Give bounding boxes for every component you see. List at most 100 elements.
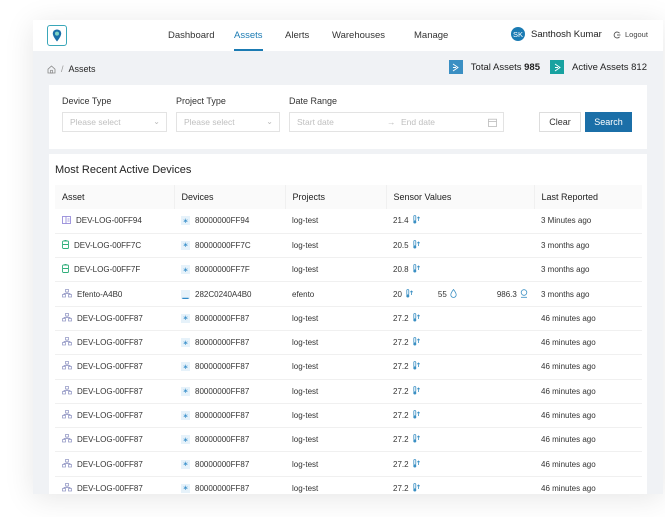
total-assets-stat: Total Assets 985 xyxy=(448,60,540,74)
table-row[interactable]: DEV-LOG-00FF87 ∗ 80000000FF87 log-test 27.2 4… xyxy=(55,354,642,380)
top-navbar: Dashboard Assets Alerts Warehouses Manag… xyxy=(33,20,663,51)
sensor-reading: 27.2 xyxy=(393,386,409,396)
sensor-values-cell: 27.2 xyxy=(386,476,534,494)
sensor-reading: 27.2 xyxy=(393,459,409,469)
last-reported-cell: 3 months ago xyxy=(534,257,642,283)
active-assets-label: Active Assets xyxy=(572,61,629,73)
table-row[interactable]: DEV-LOG-00FF87 ∗ 80000000FF87 log-test 27.2 4… xyxy=(55,403,642,429)
search-button[interactable]: Search xyxy=(585,112,632,132)
bluetooth-icon: ∗ xyxy=(181,483,190,493)
project-type-select[interactable]: Please select ⌄ xyxy=(176,112,280,132)
asset-cell[interactable]: DEV-LOG-00FF87 xyxy=(55,476,174,494)
asset-name[interactable]: DEV-LOG-00FF7F xyxy=(74,265,140,274)
asset-cell[interactable]: DEV-LOG-00FF87 xyxy=(55,451,174,477)
asset-cell[interactable]: DEV-LOG-00FF87 xyxy=(55,427,174,453)
asset-cell[interactable]: DEV-LOG-00FF87 xyxy=(55,403,174,429)
column-header-sensor-values[interactable]: Sensor Values xyxy=(386,185,535,209)
logout-button[interactable]: Logout xyxy=(613,30,648,39)
column-header-projects[interactable]: Projects xyxy=(285,185,387,209)
asset-name[interactable]: DEV-LOG-00FF87 xyxy=(77,314,143,323)
network-icon xyxy=(62,361,72,372)
column-header-devices[interactable]: Devices xyxy=(174,185,286,209)
recent-devices-card: Most Recent Active Devices Asset Devices… xyxy=(49,154,647,494)
pressure-icon xyxy=(520,288,528,300)
sensor-value: 27.2 xyxy=(393,361,421,372)
date-range-label: Date Range xyxy=(289,96,338,106)
user-menu[interactable]: SK Santhosh Kumar xyxy=(511,27,602,41)
asset-cell[interactable]: DEV-LOG-00FF87 xyxy=(55,306,174,331)
sensor-values-cell: 27.2 xyxy=(386,354,534,380)
sensor-reading: 27.2 xyxy=(393,411,409,421)
nav-manage[interactable]: Manage xyxy=(414,20,448,51)
asset-cell[interactable]: DEV-LOG-00FF7F xyxy=(55,257,174,283)
project-cell: log-test xyxy=(285,257,386,283)
bluetooth-icon: ∗ xyxy=(181,411,190,421)
active-assets-value: 812 xyxy=(631,61,647,73)
device-cell: ∗ 80000000FF87 xyxy=(174,330,285,356)
device-cell: ∗ 80000000FF7F xyxy=(174,257,285,283)
asset-cell[interactable]: DEV-LOG-00FF87 xyxy=(55,379,174,404)
bluetooth-icon: ∗ xyxy=(181,386,190,396)
nav-alerts[interactable]: Alerts xyxy=(285,20,309,51)
nav-warehouses[interactable]: Warehouses xyxy=(332,20,385,51)
asset-name[interactable]: DEV-LOG-00FF87 xyxy=(77,435,143,444)
table-row[interactable]: DEV-LOG-00FF87 ∗ 80000000FF87 log-test 27.2 4… xyxy=(55,427,642,453)
table-row[interactable]: DEV-LOG-00FF94 ∗ 80000000FF94 log-test 21.4 3… xyxy=(55,209,642,234)
battery-icon xyxy=(62,239,69,251)
table-row[interactable]: DEV-LOG-00FF87 ∗ 80000000FF87 log-test 27.2 4… xyxy=(55,379,642,404)
clear-button[interactable]: Clear xyxy=(539,112,581,132)
last-reported-cell: 3 months ago xyxy=(534,281,642,307)
table-row[interactable]: DEV-LOG-00FF87 ∗ 80000000FF87 log-test 27.2 4… xyxy=(55,451,642,477)
table-row[interactable]: DEV-LOG-00FF7C ∗ 80000000FF7C log-test 20.5 3… xyxy=(55,233,642,259)
breadcrumb-bar: / Assets Total Assets 985 Active Assets … xyxy=(33,51,663,85)
home-icon[interactable] xyxy=(47,64,56,74)
thermometer-icon xyxy=(412,312,421,324)
nav-assets[interactable]: Assets xyxy=(234,20,263,51)
device-type-select[interactable]: Please select ⌄ xyxy=(62,112,167,132)
start-date-input[interactable]: Start date xyxy=(297,113,334,131)
asset-stats: Total Assets 985 Active Assets 812 xyxy=(439,60,647,74)
sensor-value: 20.5 xyxy=(393,240,421,251)
end-date-input[interactable]: End date xyxy=(401,113,435,131)
project-cell: log-test xyxy=(285,354,386,380)
app-logo[interactable] xyxy=(47,25,67,46)
network-icon xyxy=(62,483,72,494)
table-row[interactable]: DEV-LOG-00FF87 ∗ 80000000FF87 log-test 27.2 4… xyxy=(55,330,642,356)
device-cell: ∗ 80000000FF87 xyxy=(174,403,285,429)
column-header-asset[interactable]: Asset xyxy=(55,185,175,209)
asset-name[interactable]: DEV-LOG-00FF87 xyxy=(77,362,143,371)
asset-name[interactable]: DEV-LOG-00FF7C xyxy=(74,241,141,250)
asset-cell[interactable]: Efento-A4B0 xyxy=(55,281,174,307)
column-header-last-reported[interactable]: Last Reported xyxy=(534,185,642,209)
date-range-picker[interactable]: Start date → End date xyxy=(289,112,504,132)
project-cell: log-test xyxy=(285,427,386,453)
asset-cell[interactable]: DEV-LOG-00FF87 xyxy=(55,354,174,380)
table-row[interactable]: DEV-LOG-00FF87 ∗ 80000000FF87 log-test 27.2 4… xyxy=(55,306,642,331)
asset-name[interactable]: DEV-LOG-00FF87 xyxy=(77,338,143,347)
asset-name[interactable]: DEV-LOG-00FF87 xyxy=(77,460,143,469)
asset-cell[interactable]: DEV-LOG-00FF7C xyxy=(55,233,174,259)
user-name: Santhosh Kumar xyxy=(531,28,602,40)
asset-name[interactable]: DEV-LOG-00FF87 xyxy=(77,411,143,420)
sensor-value: 27.2 xyxy=(393,483,421,494)
avatar: SK xyxy=(511,27,525,41)
table-row[interactable]: DEV-LOG-00FF87 ∗ 80000000FF87 log-test 27.2 4… xyxy=(55,476,642,494)
battery-icon xyxy=(62,264,69,275)
asset-name[interactable]: DEV-LOG-00FF87 xyxy=(77,387,143,396)
card-title: Most Recent Active Devices xyxy=(55,164,192,176)
sensor-value: 27.2 xyxy=(393,410,421,421)
asset-name[interactable]: DEV-LOG-00FF87 xyxy=(77,484,143,493)
sensor-value: 27.2 xyxy=(393,385,421,397)
device-cell: ∗ 80000000FF94 xyxy=(174,209,285,234)
asset-cell[interactable]: DEV-LOG-00FF87 xyxy=(55,330,174,356)
asset-name[interactable]: Efento-A4B0 xyxy=(77,290,122,299)
asset-name[interactable]: DEV-LOG-00FF94 xyxy=(76,216,142,225)
bluetooth-icon: ∗ xyxy=(181,216,190,226)
asset-cell[interactable]: DEV-LOG-00FF94 xyxy=(55,209,174,234)
table-row[interactable]: Efento-A4B0 ▁ 282C0240A4B0 efento 20 55 986.3 3… xyxy=(55,281,642,307)
sensor-reading: 986.3 xyxy=(496,289,517,299)
nav-dashboard[interactable]: Dashboard xyxy=(168,20,214,51)
device-id: 80000000FF94 xyxy=(195,216,250,226)
table-row[interactable]: DEV-LOG-00FF7F ∗ 80000000FF7F log-test 20.8 3… xyxy=(55,257,642,283)
sensor-values-cell: 27.2 xyxy=(386,306,534,331)
